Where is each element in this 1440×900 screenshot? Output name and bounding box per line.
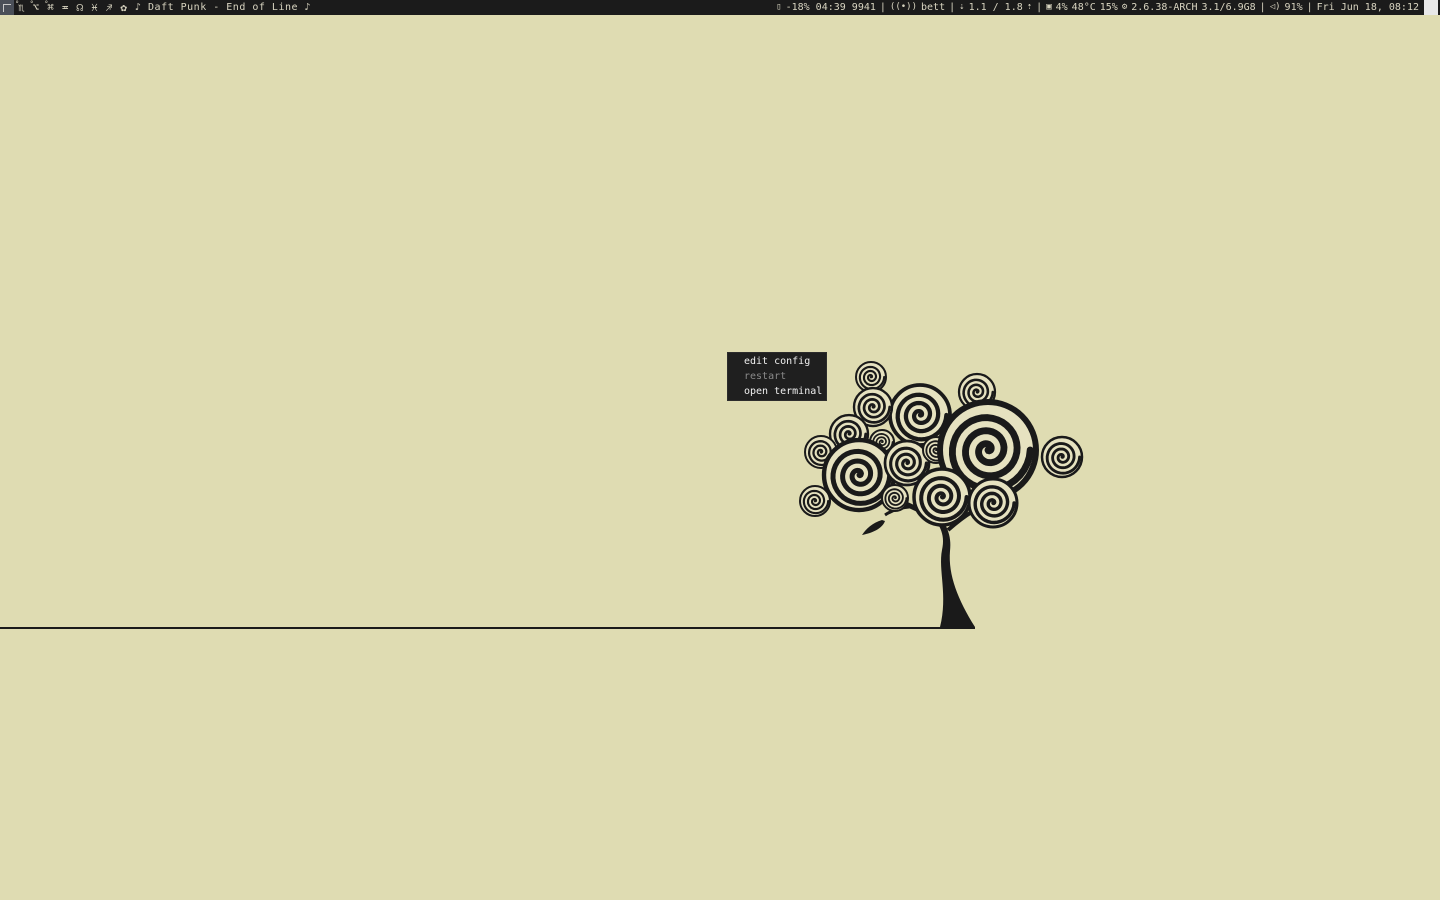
network-status: 1.1 / 1.8 — [968, 2, 1023, 13]
gear-icon: ⚙ — [1121, 2, 1128, 12]
workspace-8[interactable]: ✿ — [116, 0, 131, 15]
workspace-4[interactable]: ≖ — [58, 0, 73, 15]
workspace-marker: ° — [15, 0, 20, 8]
tray-button[interactable] — [1424, 0, 1438, 15]
status-bar-left: ° ♏ ° ⌥ ° ⌘ ≖ ☊ ♓ ♐ ✿ ♪ Daft Punk - End of … — [0, 0, 311, 15]
workspace-glyph: ♓ — [91, 1, 98, 14]
battery-status: -18% 04:39 9941 — [785, 2, 876, 13]
clock: Fri Jun 18, 08:12 — [1316, 2, 1419, 13]
status-bar: ° ♏ ° ⌥ ° ⌘ ≖ ☊ ♓ ♐ ✿ ♪ Daft Punk - End of … — [0, 0, 1440, 15]
workspace-glyph: ♐ — [105, 1, 113, 14]
volume-status: 91% — [1284, 2, 1303, 13]
workspace-marker: ° — [44, 0, 49, 8]
tree-spirals — [799, 361, 1084, 529]
kernel-status: 2.6.38-ARCH — [1131, 2, 1198, 13]
menu-item-open-terminal[interactable]: open terminal — [728, 384, 826, 399]
workspace-6[interactable]: ♓ — [87, 0, 102, 15]
cpu-status: 4% — [1055, 2, 1068, 13]
mem-status: 15% — [1099, 2, 1118, 13]
wifi-icon: ((•)) — [889, 2, 918, 12]
separator: | — [1259, 2, 1266, 13]
context-menu: edit config restart open terminal — [727, 352, 827, 401]
workspace-2[interactable]: ° ⌥ — [29, 0, 44, 15]
wifi-status: bett — [921, 2, 946, 13]
workspace-glyph: ≖ — [61, 1, 69, 14]
menu-item-restart[interactable]: restart — [728, 369, 826, 384]
layout-button[interactable] — [0, 0, 14, 15]
now-playing-text: ♪ Daft Punk - End of Line ♪ — [135, 2, 312, 13]
battery-icon: ▯ — [776, 2, 782, 12]
separator: | — [1036, 2, 1043, 13]
separator: | — [1306, 2, 1313, 13]
disk-status: 3.1/6.9G8 — [1201, 2, 1256, 13]
network-down-icon: ⇣ — [959, 2, 965, 12]
workspace-glyph: ☊ — [76, 1, 84, 14]
status-bar-right: ▯ -18% 04:39 9941 | ((•)) bett | ⇣ 1.1 /… — [774, 0, 1440, 15]
volume-icon: ◁) — [1269, 2, 1281, 12]
workspace-5[interactable]: ☊ — [73, 0, 88, 15]
separator: | — [949, 2, 956, 13]
wallpaper-spiral-tree — [799, 361, 1084, 627]
workspace-1[interactable]: ° ♏ — [14, 0, 29, 15]
network-up-icon: ⇡ — [1026, 2, 1033, 12]
temp-status: 48°C — [1071, 2, 1096, 13]
workspace-marker: ° — [29, 0, 34, 8]
workspace-glyph: ✿ — [120, 1, 127, 14]
workspace-7[interactable]: ♐ — [102, 0, 117, 15]
workspace-3[interactable]: ° ⌘ — [43, 0, 58, 15]
menu-item-edit-config[interactable]: edit config — [728, 354, 826, 369]
separator: | — [879, 2, 886, 13]
desktop[interactable]: ° ♏ ° ⌥ ° ⌘ ≖ ☊ ♓ ♐ ✿ ♪ Daft Punk - End of … — [0, 0, 1440, 900]
cpu-icon: ▣ — [1046, 2, 1052, 12]
